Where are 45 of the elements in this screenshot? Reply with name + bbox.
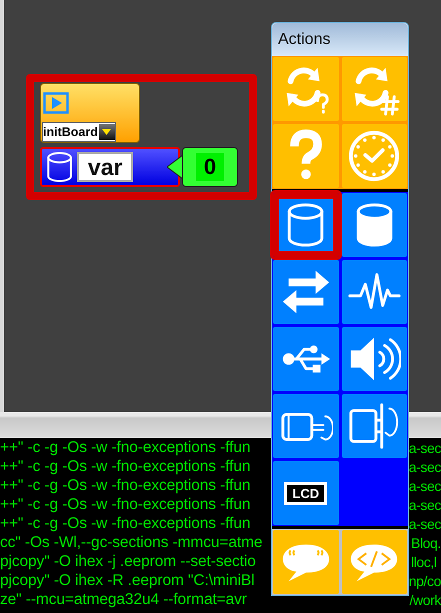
console-line: ++" -c -g -Os -w -fno-exceptions -ffun bbox=[0, 438, 252, 456]
console-line: ++" -c -g -Os -w -fno-exceptions -ffun bbox=[0, 458, 252, 476]
palette-tile[interactable] bbox=[273, 57, 338, 121]
palette-tile[interactable] bbox=[273, 394, 338, 458]
console-line: a-sec bbox=[408, 496, 441, 512]
console-line: a-sec bbox=[408, 440, 441, 456]
console-line: lloc,l bbox=[411, 554, 437, 570]
palette-tile[interactable] bbox=[273, 260, 338, 324]
filled-cylinder-icon bbox=[354, 202, 394, 248]
console-line: pjcopy" -O ihex -j .eeprom --set-sectio bbox=[0, 552, 257, 570]
variable-name-field[interactable]: var bbox=[77, 152, 134, 182]
console-line: pjcopy" -O ihex -R .eeprom "C:\miniBl bbox=[0, 572, 256, 590]
console-line: ++" -c -g -Os -w -fno-exceptions -ffun bbox=[0, 476, 252, 494]
console-line: ++" -c -g -Os -w -fno-exceptions -ffun bbox=[0, 514, 252, 532]
dropdown-caret-icon[interactable] bbox=[98, 124, 115, 140]
clock-icon bbox=[347, 129, 402, 183]
palette-tile[interactable] bbox=[273, 530, 338, 594]
console-line: /work bbox=[410, 592, 441, 608]
dropdown-field[interactable]: initBoard bbox=[42, 122, 116, 142]
variable-block[interactable]: var bbox=[40, 147, 180, 187]
console-line: cc" -Os -Wl,--gc-sections -mmcu=atme bbox=[0, 534, 264, 552]
palette-tile[interactable] bbox=[342, 530, 407, 594]
console-line: a-sec bbox=[408, 478, 441, 494]
console-line: Bloq. bbox=[411, 534, 441, 550]
palette-tile[interactable]: LCD bbox=[273, 461, 338, 525]
palette-tile[interactable] bbox=[342, 124, 407, 188]
console-line: ++" -c -g -Os -w -fno-exceptions -ffun bbox=[0, 496, 252, 514]
console-line: a-sec bbox=[408, 458, 441, 474]
number-field[interactable]: 0 bbox=[196, 153, 224, 181]
console-line: a-sec bbox=[408, 516, 441, 532]
init-block[interactable]: initBoard bbox=[40, 83, 140, 143]
palette-tile[interactable] bbox=[342, 57, 407, 121]
palette-tile[interactable] bbox=[273, 327, 338, 391]
palette-tile[interactable] bbox=[342, 394, 407, 458]
palette-tile[interactable] bbox=[342, 193, 407, 257]
lcd-label: LCD bbox=[284, 482, 328, 504]
cylinder-icon bbox=[286, 202, 326, 248]
palette-tile[interactable] bbox=[342, 327, 407, 391]
console-line: ze" --mcu=atmega32u4 --format=avr bbox=[0, 590, 248, 608]
palette-tile[interactable] bbox=[342, 260, 407, 324]
play-icon bbox=[43, 92, 69, 114]
palette-tile[interactable] bbox=[273, 124, 338, 188]
palette-title: Actions bbox=[272, 23, 408, 56]
cylinder-icon bbox=[46, 151, 74, 183]
console-line: np/co bbox=[408, 572, 441, 588]
